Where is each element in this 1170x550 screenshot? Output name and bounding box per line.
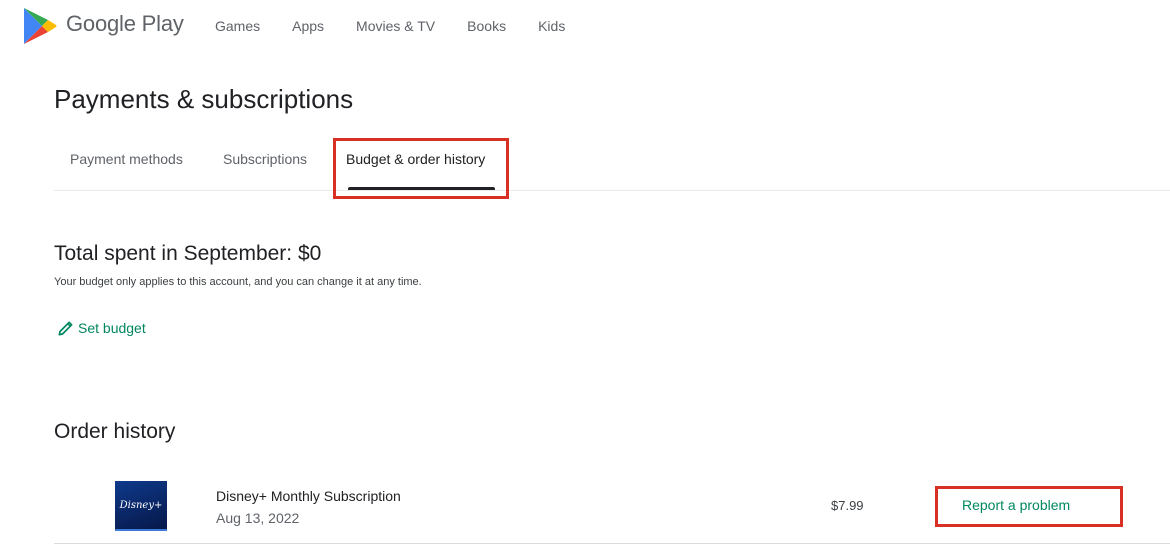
set-budget-label: Set budget (78, 320, 146, 336)
top-bar: Google Play Games Apps Movies & TV Books… (0, 0, 1170, 54)
thumbnail-label: Disney+ (119, 499, 163, 511)
main-nav: Games Apps Movies & TV Books Kids (215, 18, 597, 34)
order-name: Disney+ Monthly Subscription (216, 488, 401, 504)
disney-plus-thumbnail: Disney+ (115, 481, 167, 531)
google-play-logo[interactable] (22, 6, 58, 46)
report-highlight-box (935, 486, 1123, 527)
nav-item-apps[interactable]: Apps (292, 18, 324, 34)
tab-highlight-box (333, 138, 509, 199)
nav-item-kids[interactable]: Kids (538, 18, 565, 34)
nav-item-movies-tv[interactable]: Movies & TV (356, 18, 435, 34)
google-play-logo-icon (24, 8, 57, 44)
page-title: Payments & subscriptions (54, 84, 354, 114)
total-spent-heading: Total spent in September: $0 (54, 242, 322, 265)
order-history-heading: Order history (54, 420, 176, 443)
set-budget-button[interactable]: Set budget (56, 318, 146, 338)
brand-name[interactable]: Google Play (66, 11, 184, 37)
nav-item-games[interactable]: Games (215, 18, 260, 34)
nav-item-books[interactable]: Books (467, 18, 506, 34)
pencil-icon (58, 321, 73, 336)
tab-bar: Payment methods Subscriptions Budget & o… (54, 137, 1170, 191)
order-price: $7.99 (831, 498, 864, 513)
tab-subscriptions[interactable]: Subscriptions (223, 151, 307, 167)
order-date: Aug 13, 2022 (216, 510, 300, 526)
tab-payment-methods[interactable]: Payment methods (70, 151, 183, 167)
budget-description: Your budget only applies to this account… (54, 276, 422, 288)
